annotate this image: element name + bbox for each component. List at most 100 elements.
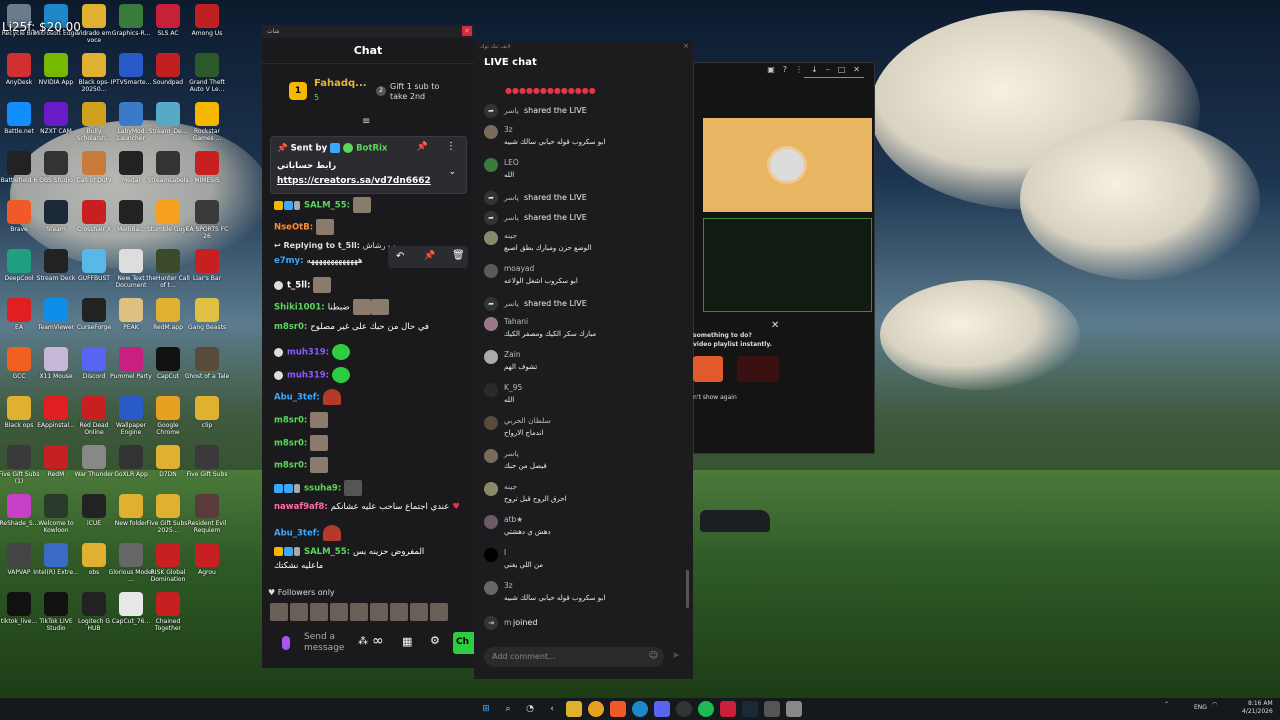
comment-username[interactable]: I <box>504 548 506 557</box>
live-comment[interactable]: Tahani مبارك سكر الكيك ومصفر الكيك <box>484 317 684 345</box>
comment-username[interactable]: 3z <box>504 125 513 134</box>
desktop-icon[interactable]: Ghost of a Tale <box>184 347 230 380</box>
download-icon[interactable]: ↓ <box>811 65 826 74</box>
more-options-icon[interactable]: ⋮ <box>446 141 456 152</box>
pinned-sender[interactable]: BotRix <box>356 144 387 154</box>
avatar[interactable] <box>484 125 498 139</box>
chat-message[interactable]: m8sr0: <box>274 412 329 428</box>
dont-show-again-link[interactable]: n't show again <box>693 394 737 401</box>
gift-sub-prompt[interactable]: Gift 1 sub to take 2nd <box>390 82 450 102</box>
event-username[interactable]: ياسر <box>504 193 519 202</box>
chat-message[interactable]: Shiki1001: ضبطنا <box>274 299 389 315</box>
chat-username[interactable]: ssuha9: <box>304 484 341 494</box>
chat-message[interactable]: m8sr0: <box>274 435 329 451</box>
chat-message[interactable]: Abu_3tef: <box>274 525 341 541</box>
chat-message[interactable]: nawaf9af8: عندي اجتماع ساحب عليه عشانكم … <box>274 502 460 512</box>
avatar[interactable] <box>370 603 388 621</box>
spotify-icon[interactable] <box>698 701 714 717</box>
search-icon[interactable]: ⌕ <box>500 701 516 717</box>
avatar[interactable] <box>330 603 348 621</box>
more-options-icon[interactable]: ⋮ <box>795 65 811 74</box>
chat-username[interactable]: t_5ll: <box>287 281 310 291</box>
comment-username[interactable]: جينه <box>504 231 517 240</box>
live-comment[interactable]: سلطان الحربي اندماج الارواح <box>484 416 684 444</box>
comment-username[interactable]: K_95 <box>504 383 522 392</box>
desktop-icon[interactable]: Rockstar Games ... <box>184 102 230 142</box>
chat-username[interactable]: m8sr0: <box>274 461 307 471</box>
live-comment[interactable]: 3z ابو سكروب قوله حبابي سالك شبيه <box>484 125 684 153</box>
record-icon[interactable]: ▣ <box>767 65 783 74</box>
avatar[interactable] <box>484 317 498 331</box>
chat-message[interactable]: ssuha9: <box>274 480 363 496</box>
close-icon[interactable]: ✕ <box>853 65 868 74</box>
avatar[interactable] <box>484 482 498 496</box>
avatar[interactable] <box>484 581 498 595</box>
live-chat-titlebar[interactable]: لايف تيك توك × <box>474 41 693 53</box>
desktop-icon[interactable]: Gang Beasts <box>184 298 230 331</box>
chat-message[interactable]: e7my: هههههههههههههه <box>274 256 363 266</box>
desktop-icon[interactable]: Resident Evil Requiem <box>184 494 230 534</box>
desktop-icon[interactable]: MIMESIS <box>184 151 230 184</box>
wifi-icon[interactable]: ◠ <box>1212 701 1217 708</box>
app-icon[interactable] <box>786 701 802 717</box>
live-comment[interactable]: Zain تشوف الهم <box>484 350 684 378</box>
avatar[interactable] <box>484 449 498 463</box>
comment-username[interactable]: LEO <box>504 158 519 167</box>
send-chat-button[interactable]: Ch <box>453 632 474 654</box>
close-icon[interactable]: ✕ <box>462 26 472 36</box>
pinned-message[interactable]: 📌 Sent by BotRix 📌 ⋮ رابط حساباتي https:… <box>270 136 467 194</box>
app-icon[interactable] <box>720 701 736 717</box>
desktop-icon[interactable]: Five Gift Subs <box>184 445 230 478</box>
help-icon[interactable]: ? <box>783 65 795 74</box>
event-username[interactable]: ياسر <box>504 106 519 115</box>
chat-username[interactable]: SALM_55: <box>304 547 350 557</box>
avatar[interactable] <box>484 515 498 529</box>
pinned-link[interactable]: https://creators.sa/vd7dn6662 <box>277 176 431 186</box>
chat-username[interactable]: NseOtB: <box>274 223 313 233</box>
chat-message[interactable]: muh319: <box>274 344 351 360</box>
avatar[interactable] <box>484 548 498 562</box>
avatar[interactable] <box>290 603 308 621</box>
chat-username[interactable]: nawaf9af8: <box>274 502 328 512</box>
start-icon[interactable]: ⊞ <box>478 701 494 717</box>
live-comment[interactable]: K_95 الله <box>484 383 684 411</box>
chat-message[interactable]: t_5ll: <box>274 277 332 293</box>
desktop-icon[interactable]: Among Us <box>184 4 230 37</box>
maximize-icon[interactable]: □ <box>838 65 854 74</box>
comment-username[interactable]: جينه <box>504 482 517 491</box>
comment-username[interactable]: سلطان الحربي <box>504 416 551 425</box>
video-tile[interactable] <box>703 218 872 312</box>
avatar[interactable] <box>270 603 288 621</box>
discord-icon[interactable] <box>654 701 670 717</box>
avatar[interactable] <box>484 231 498 245</box>
chat-username[interactable]: Abu_3tef: <box>274 529 320 539</box>
chat-username[interactable]: m8sr0: <box>274 416 307 426</box>
copilot-icon[interactable]: ◔ <box>522 701 538 717</box>
desktop-icon[interactable]: Grand Theft Auto V Le... <box>184 53 230 93</box>
avatar[interactable] <box>430 603 448 621</box>
steam-icon[interactable] <box>742 701 758 717</box>
comment-username[interactable]: Zain <box>504 350 521 359</box>
chat-message[interactable]: SALM_55: <box>274 197 371 213</box>
live-comment[interactable]: atb★ دهش ي دهشتي <box>484 515 684 543</box>
clock-time[interactable]: 8:16 AM <box>1248 700 1273 707</box>
comment-username[interactable]: moayad <box>504 264 534 273</box>
comment-username[interactable]: Tahani <box>504 317 528 326</box>
comment-username[interactable]: atb★ <box>504 515 523 524</box>
gift-icon[interactable]: ▦ <box>402 635 412 648</box>
clock-date[interactable]: 4/21/2026 <box>1242 708 1273 715</box>
desktop-icon[interactable]: clip <box>184 396 230 429</box>
close-icon[interactable]: ✕ <box>771 320 779 331</box>
avatar[interactable] <box>484 158 498 172</box>
chevron-down-icon[interactable]: ⌄ <box>448 167 456 177</box>
video-tile[interactable] <box>703 118 872 212</box>
minimize-icon[interactable]: – <box>826 65 838 74</box>
infinity-icon[interactable]: ∞ <box>372 633 384 649</box>
avatar[interactable] <box>484 383 498 397</box>
add-comment-input[interactable]: Add comment... ☺ <box>484 647 664 667</box>
emoji-icon[interactable]: ☺ <box>649 651 658 661</box>
chat-username[interactable]: e7my: <box>274 256 303 266</box>
chat-username[interactable]: Shiki1001: <box>274 303 325 313</box>
chat-message[interactable]: m8sr0: في حال من حبك على غير مصلوح <box>274 322 429 332</box>
chrome-icon[interactable] <box>588 701 604 717</box>
